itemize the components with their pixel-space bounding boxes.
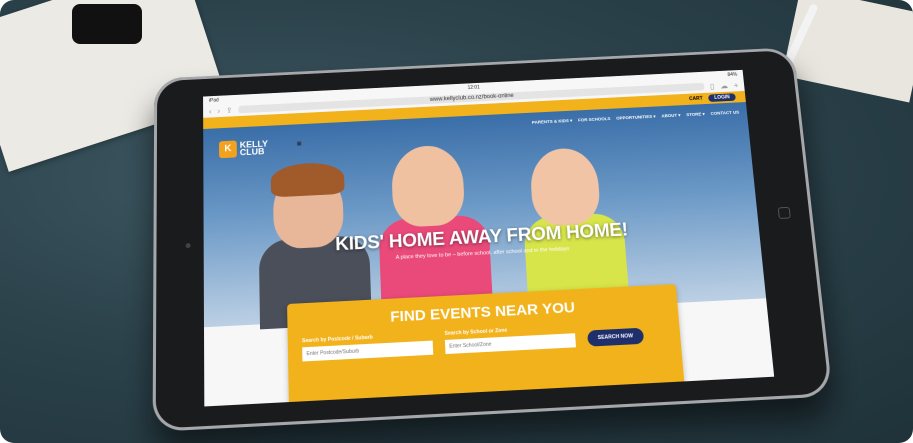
- plus-icon[interactable]: +: [733, 81, 738, 89]
- camera: [185, 243, 191, 249]
- login-button[interactable]: LOGIN: [708, 93, 736, 102]
- logo-text: KELLY CLUB: [239, 139, 268, 158]
- main-nav: PARENTS & KIDS ▾ FOR SCHOOLS OPPORTUNITI…: [532, 110, 740, 126]
- school-field-group: Search by School or Zone: [444, 324, 577, 355]
- device-label: iPad: [208, 97, 219, 104]
- event-finder: FIND EVENTS NEAR YOU Search by Postcode …: [287, 284, 685, 406]
- photo-scene: iPad 12:01 84% ‹ › ⇪ www.kellyclub.co.nz…: [0, 0, 913, 443]
- search-now-button[interactable]: SEARCH NOW: [587, 327, 644, 347]
- nav-item-for-schools[interactable]: FOR SCHOOLS: [578, 116, 611, 123]
- binder-clip: [72, 4, 142, 44]
- cart-link[interactable]: CART: [689, 96, 703, 102]
- postcode-input[interactable]: [302, 340, 434, 362]
- child-3-face: [518, 138, 612, 230]
- chevron-right-icon[interactable]: ›: [217, 106, 220, 114]
- logo-line-2: CLUB: [239, 146, 265, 158]
- nav-item-contact-us[interactable]: CONTACT US: [710, 110, 739, 117]
- cloud-icon[interactable]: ☁: [720, 81, 729, 90]
- battery-level: 84%: [727, 71, 738, 78]
- postcode-field-group: Search by Postcode / Suburb: [302, 332, 434, 362]
- nav-item-parents-kids[interactable]: PARENTS & KIDS ▾: [532, 118, 573, 126]
- chevron-left-icon[interactable]: ‹: [209, 107, 212, 115]
- school-input[interactable]: [444, 333, 577, 355]
- nav-item-store[interactable]: STORE ▾: [686, 112, 705, 118]
- hero-banner: K KELLY CLUB ▦ PARENTS & KIDS ▾ FOR SCHO…: [203, 102, 767, 406]
- ipad-screen: iPad 12:01 84% ‹ › ⇪ www.kellyclub.co.nz…: [203, 69, 775, 407]
- kelly-club-logo[interactable]: K KELLY CLUB: [219, 139, 268, 159]
- logo-mark: K: [219, 140, 237, 159]
- partner-logo: ▦: [296, 140, 302, 147]
- ipad-device: iPad 12:01 84% ‹ › ⇪ www.kellyclub.co.nz…: [152, 47, 833, 432]
- share-icon[interactable]: ⇪: [226, 106, 233, 115]
- paper-corner: [782, 0, 913, 103]
- nav-item-about[interactable]: ABOUT ▾: [661, 113, 681, 120]
- child-2-face: [382, 134, 472, 228]
- book-icon[interactable]: ▯: [710, 82, 715, 90]
- nav-item-opportunities[interactable]: OPPORTUNITIES ▾: [616, 114, 656, 122]
- home-button[interactable]: [777, 206, 791, 219]
- clock: 12:01: [467, 84, 480, 91]
